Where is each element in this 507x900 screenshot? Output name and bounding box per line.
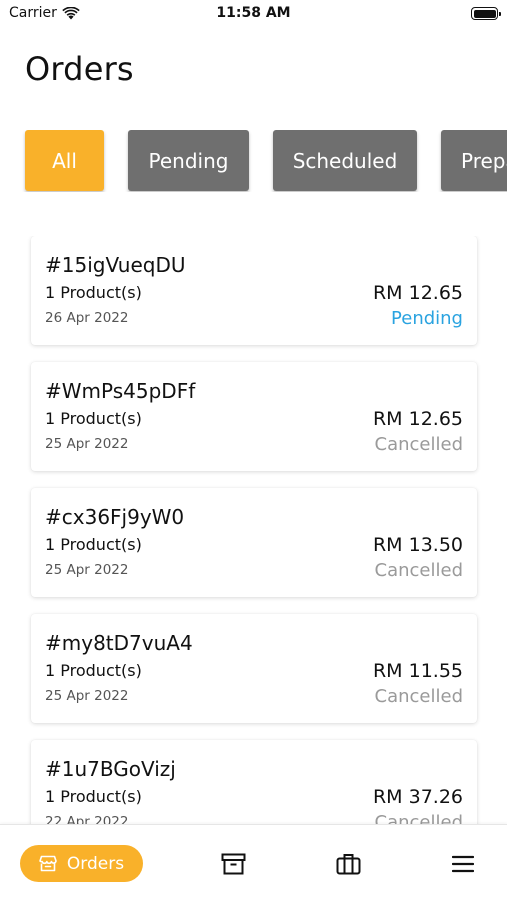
order-id: #my8tD7vuA4 (45, 631, 193, 655)
hamburger-menu-icon (452, 855, 474, 873)
order-price: RM 12.65 (372, 408, 463, 430)
nav-menu-button[interactable] (449, 852, 477, 876)
order-id: #cx36Fj9yW0 (45, 505, 185, 529)
order-date: 25 Apr 2022 (45, 688, 129, 704)
order-card[interactable]: #15igVueqDU 1 Product(s) 26 Apr 2022 RM … (31, 236, 477, 345)
filter-preparing[interactable]: Preparing (441, 130, 507, 191)
order-status: Cancelled (374, 434, 463, 455)
nav-orders-button[interactable]: Orders (20, 845, 143, 882)
order-price: RM 13.50 (372, 534, 463, 556)
order-card[interactable]: #WmPs45pDFf 1 Product(s) 25 Apr 2022 RM … (31, 362, 477, 471)
bottom-nav: Orders (0, 824, 507, 900)
order-date: 25 Apr 2022 (45, 436, 129, 452)
clock: 11:58 AM (216, 5, 291, 21)
order-price: RM 11.55 (372, 660, 463, 682)
store-icon (39, 855, 57, 872)
order-price: RM 12.65 (372, 282, 463, 304)
nav-archive-button[interactable] (219, 852, 247, 876)
order-date: 26 Apr 2022 (45, 310, 129, 326)
order-date: 25 Apr 2022 (45, 562, 129, 578)
battery-icon (471, 7, 501, 20)
status-bar: Carrier 11:58 AM (0, 0, 507, 28)
order-list: #15igVueqDU 1 Product(s) 26 Apr 2022 RM … (0, 236, 507, 824)
order-product-count: 1 Product(s) (45, 787, 142, 806)
nav-briefcase-button[interactable] (334, 852, 362, 876)
archive-box-icon (221, 853, 245, 875)
order-id: #15igVueqDU (45, 253, 186, 277)
order-card[interactable]: #cx36Fj9yW0 1 Product(s) 25 Apr 2022 RM … (31, 488, 477, 597)
order-id: #1u7BGoVizj (45, 757, 176, 781)
order-status: Cancelled (374, 560, 463, 581)
order-status: Cancelled (374, 686, 463, 707)
order-card[interactable]: #my8tD7vuA4 1 Product(s) 25 Apr 2022 RM … (31, 614, 477, 723)
order-status: Pending (391, 308, 463, 329)
filter-pending[interactable]: Pending (128, 130, 249, 191)
order-product-count: 1 Product(s) (45, 661, 142, 680)
order-card[interactable]: #1u7BGoVizj 1 Product(s) 22 Apr 2022 RM … (31, 740, 477, 824)
page-title: Orders (25, 50, 134, 88)
filter-scheduled[interactable]: Scheduled (273, 130, 417, 191)
order-price: RM 37.26 (372, 786, 463, 808)
order-id: #WmPs45pDFf (45, 379, 196, 403)
order-status: Cancelled (374, 812, 463, 824)
order-filter-tabs: All Pending Scheduled Preparing (0, 130, 507, 192)
order-product-count: 1 Product(s) (45, 409, 142, 428)
nav-orders-label: Orders (66, 853, 125, 874)
order-product-count: 1 Product(s) (45, 283, 142, 302)
order-date: 22 Apr 2022 (45, 814, 129, 824)
order-product-count: 1 Product(s) (45, 535, 142, 554)
filter-all[interactable]: All (25, 130, 104, 191)
briefcase-icon (336, 854, 360, 875)
